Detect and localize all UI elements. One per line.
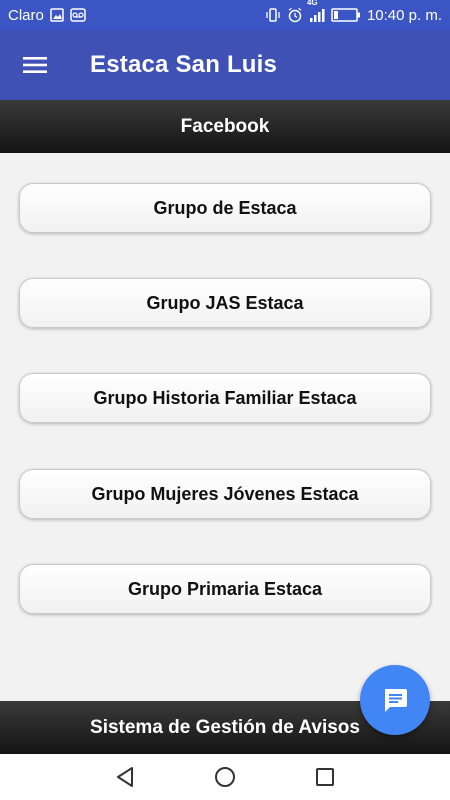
recents-icon[interactable] [305,757,345,797]
hamburger-menu-icon[interactable] [0,30,70,100]
voicemail-icon [70,8,86,22]
link-button-grupo-primaria[interactable]: Grupo Primaria Estaca [19,564,431,614]
link-button-grupo-jas-estaca[interactable]: Grupo JAS Estaca [19,278,431,328]
vibrate-icon [265,7,281,23]
status-bar: Claro 4G 10:40 p. m. [0,0,450,30]
chat-icon [381,686,409,714]
chat-fab-button[interactable] [360,665,430,735]
network-type-label: 4G [306,0,318,7]
battery-icon [331,7,361,23]
status-right: 4G 10:40 p. m. [265,0,442,24]
link-button-grupo-de-estaca[interactable]: Grupo de Estaca [19,183,431,233]
links-list: Grupo de Estaca Grupo JAS Estaca Grupo H… [0,153,450,701]
link-button-grupo-mujeres-jovenes[interactable]: Grupo Mujeres Jóvenes Estaca [19,469,431,519]
signal-icon: 4G [307,0,325,23]
system-nav-bar [0,754,450,800]
section-header: Facebook [0,100,450,153]
app-bar: Estaca San Luis [0,30,450,100]
back-icon[interactable] [105,757,145,797]
image-icon [50,8,64,22]
carrier-label: Claro [8,6,44,24]
alarm-icon [287,7,303,23]
link-button-grupo-historia-familiar[interactable]: Grupo Historia Familiar Estaca [19,373,431,423]
clock-time: 10:40 p. m. [366,6,442,24]
status-left: Claro [8,7,86,24]
app-title: Estaca San Luis [90,51,278,78]
home-icon[interactable] [205,757,245,797]
